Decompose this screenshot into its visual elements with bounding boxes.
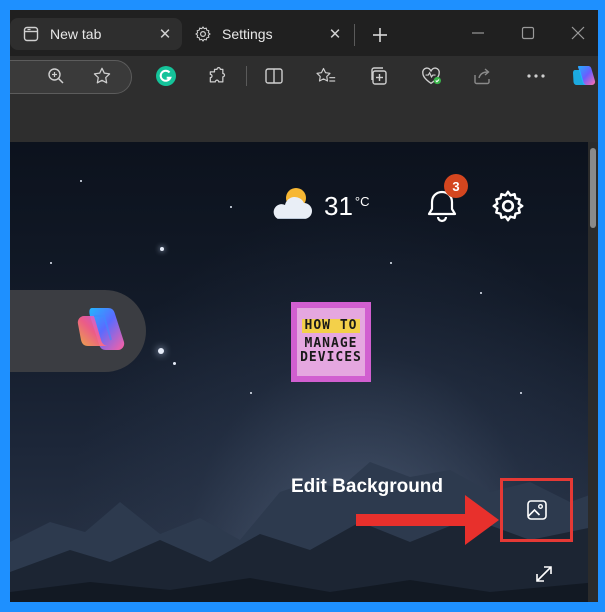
how-to-manage-devices-logo: HOW TO MANAGE DEVICES (291, 302, 371, 382)
star-dot (480, 292, 482, 294)
star-dot (160, 247, 164, 251)
edit-background-annotation-label: Edit Background (291, 476, 444, 497)
close-icon[interactable]: ✕ (154, 23, 176, 45)
close-window-button[interactable] (558, 20, 598, 46)
tab-label: Settings (222, 26, 273, 42)
new-tab-page-icon (22, 25, 40, 43)
star-dot (173, 362, 176, 365)
browser-window: New tab ✕ Settings ✕ 31 °C 3 HOW TO MANA… (10, 10, 598, 602)
more-icon[interactable] (522, 62, 550, 90)
toolbar-divider (246, 66, 247, 86)
logo-line-1: HOW TO (301, 319, 361, 333)
scrollbar[interactable] (588, 142, 598, 602)
split-screen-icon[interactable] (260, 62, 288, 90)
image-icon (526, 500, 547, 520)
screenshot-frame: New tab ✕ Settings ✕ 31 °C 3 HOW TO MANA… (0, 0, 605, 612)
collections-icon[interactable] (365, 62, 393, 90)
favorite-star-icon[interactable] (88, 62, 116, 90)
page-settings-button[interactable] (490, 188, 526, 224)
weather-widget[interactable]: 31 °C (268, 182, 370, 230)
tab-settings[interactable]: Settings ✕ (182, 18, 352, 50)
annotation-arrow-head (465, 495, 499, 545)
star-dot (250, 392, 252, 394)
scrollbar-thumb[interactable] (590, 148, 596, 228)
notification-count-badge: 3 (444, 174, 468, 198)
tab-new-tab[interactable]: New tab ✕ (10, 18, 182, 50)
logo-line-3: DEVICES (300, 350, 362, 365)
favorites-bar (10, 96, 598, 143)
temperature: 31 (324, 190, 353, 221)
browser-essentials-icon[interactable] (417, 62, 445, 90)
star-dot (50, 262, 52, 264)
tab-strip: New tab ✕ Settings ✕ (10, 10, 598, 56)
logo-line-2: MANAGE (304, 336, 358, 351)
star-dot (80, 180, 82, 182)
maximize-button[interactable] (508, 20, 548, 46)
toolbar (10, 56, 598, 96)
grammarly-icon[interactable] (152, 62, 180, 90)
star-dot (230, 206, 232, 208)
tab-label: New tab (50, 26, 102, 42)
gear-icon (492, 190, 524, 222)
star-dot (158, 348, 164, 354)
edit-background-button[interactable] (500, 478, 573, 542)
new-tab-button[interactable] (366, 22, 394, 48)
tab-divider (354, 24, 355, 46)
temperature-unit: °C (354, 193, 370, 209)
minimize-button[interactable] (458, 20, 498, 46)
logo-inner: HOW TO MANAGE DEVICES (297, 308, 365, 376)
extensions-icon[interactable] (203, 62, 231, 90)
gear-icon (194, 25, 212, 43)
copilot-icon[interactable] (570, 62, 598, 90)
zoom-icon[interactable] (42, 62, 70, 90)
star-dot (520, 392, 522, 394)
annotation-arrow-shaft (356, 514, 466, 526)
partly-cloudy-icon (268, 185, 316, 228)
share-icon[interactable] (468, 62, 496, 90)
favorites-list-icon[interactable] (312, 62, 340, 90)
new-tab-page: 31 °C 3 HOW TO MANAGE DEVICES Edit Backg… (10, 142, 598, 602)
copilot-icon[interactable] (74, 302, 130, 358)
expand-icon[interactable] (530, 560, 558, 588)
star-dot (390, 262, 392, 264)
close-icon[interactable]: ✕ (324, 23, 346, 45)
